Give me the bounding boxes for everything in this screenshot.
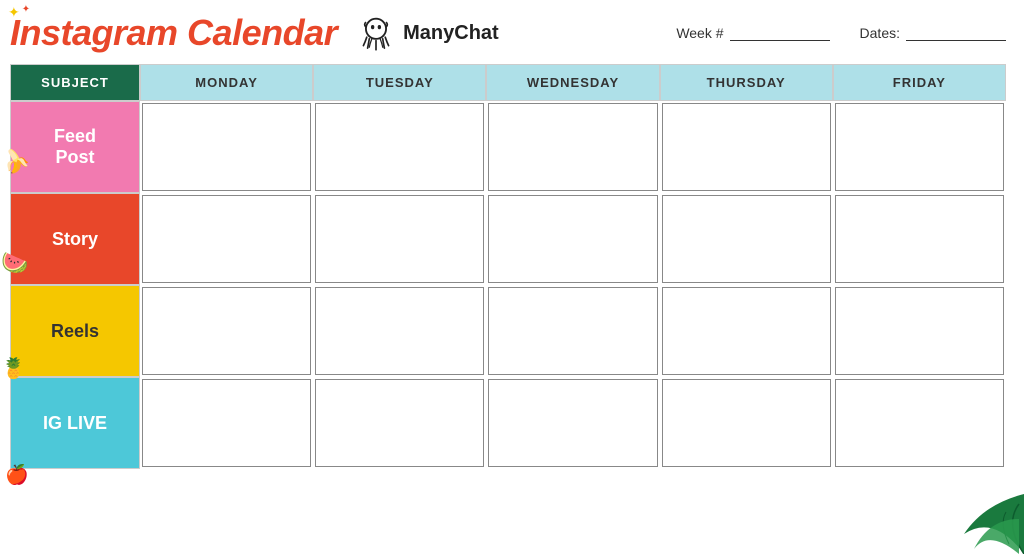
row-story: Story xyxy=(10,193,1006,285)
calendar-header: SUBJECT MONDAY TUESDAY WEDNESDAY THURSDA… xyxy=(10,64,1006,101)
manychat-logo-icon xyxy=(355,12,397,54)
cell-live-thu[interactable] xyxy=(662,379,831,467)
col-wednesday-label: WEDNESDAY xyxy=(527,75,619,90)
logo-area: ManyChat xyxy=(355,12,499,54)
deco-top-left-icon: ✦ ✦ xyxy=(8,4,30,21)
label-ig-live: IG LIVE xyxy=(10,377,140,469)
col-wednesday: WEDNESDAY xyxy=(486,64,659,101)
col-thursday: THURSDAY xyxy=(660,64,833,101)
cell-live-fri[interactable] xyxy=(835,379,1004,467)
cell-reels-wed[interactable] xyxy=(488,287,657,375)
cell-story-wed[interactable] xyxy=(488,195,657,283)
col-friday-label: FRIDAY xyxy=(893,75,946,90)
cell-feed-mon[interactable] xyxy=(142,103,311,191)
cell-live-mon[interactable] xyxy=(142,379,311,467)
calendar: SUBJECT MONDAY TUESDAY WEDNESDAY THURSDA… xyxy=(10,64,1006,469)
dates-input[interactable] xyxy=(906,25,1006,41)
pineapple-icon: 🍍 xyxy=(1,356,26,381)
week-dates-area: Week # Dates: xyxy=(676,25,1006,41)
row-ig-live: IG LIVE xyxy=(10,377,1006,469)
col-friday: FRIDAY xyxy=(833,64,1006,101)
leaf-icon xyxy=(934,474,1024,554)
logo-text: ManyChat xyxy=(403,22,499,45)
dates-field: Dates: xyxy=(860,25,1006,41)
week-input[interactable] xyxy=(730,25,830,41)
cell-live-wed[interactable] xyxy=(488,379,657,467)
page-title: Instagram Calendar xyxy=(10,12,337,54)
cell-feed-fri[interactable] xyxy=(835,103,1004,191)
label-reels: Reels xyxy=(10,285,140,377)
row-feed-post: FeedPost xyxy=(10,101,1006,193)
cell-reels-fri[interactable] xyxy=(835,287,1004,375)
col-subject-label: SUBJECT xyxy=(41,75,109,90)
label-feed-post: FeedPost xyxy=(10,101,140,193)
label-story: Story xyxy=(10,193,140,285)
week-label: Week # xyxy=(676,25,723,41)
dates-label: Dates: xyxy=(860,25,900,41)
cell-reels-thu[interactable] xyxy=(662,287,831,375)
story-text: Story xyxy=(52,229,98,250)
cell-reels-tue[interactable] xyxy=(315,287,484,375)
leaf-decoration xyxy=(934,474,1024,554)
ig-live-text: IG LIVE xyxy=(43,413,107,434)
col-monday: MONDAY xyxy=(140,64,313,101)
cell-feed-wed[interactable] xyxy=(488,103,657,191)
col-thursday-label: THURSDAY xyxy=(707,75,786,90)
page: ✦ ✦ Instagram Calendar xyxy=(0,0,1024,554)
cell-feed-thu[interactable] xyxy=(662,103,831,191)
col-tuesday: TUESDAY xyxy=(313,64,486,101)
header: Instagram Calendar ManyChat xyxy=(10,12,1006,54)
week-field: Week # xyxy=(676,25,829,41)
cell-reels-mon[interactable] xyxy=(142,287,311,375)
col-tuesday-label: TUESDAY xyxy=(366,75,434,90)
feed-post-text: FeedPost xyxy=(54,126,96,168)
row-reels: Reels xyxy=(10,285,1006,377)
cell-story-thu[interactable] xyxy=(662,195,831,283)
col-monday-label: MONDAY xyxy=(195,75,258,90)
cell-live-tue[interactable] xyxy=(315,379,484,467)
watermelon-icon: 🍉 xyxy=(1,250,28,276)
cell-story-mon[interactable] xyxy=(142,195,311,283)
col-subject: SUBJECT xyxy=(10,64,140,101)
cell-feed-tue[interactable] xyxy=(315,103,484,191)
cell-story-fri[interactable] xyxy=(835,195,1004,283)
apple-icon: 🍎 xyxy=(5,463,29,487)
cell-story-tue[interactable] xyxy=(315,195,484,283)
reels-text: Reels xyxy=(51,321,99,342)
